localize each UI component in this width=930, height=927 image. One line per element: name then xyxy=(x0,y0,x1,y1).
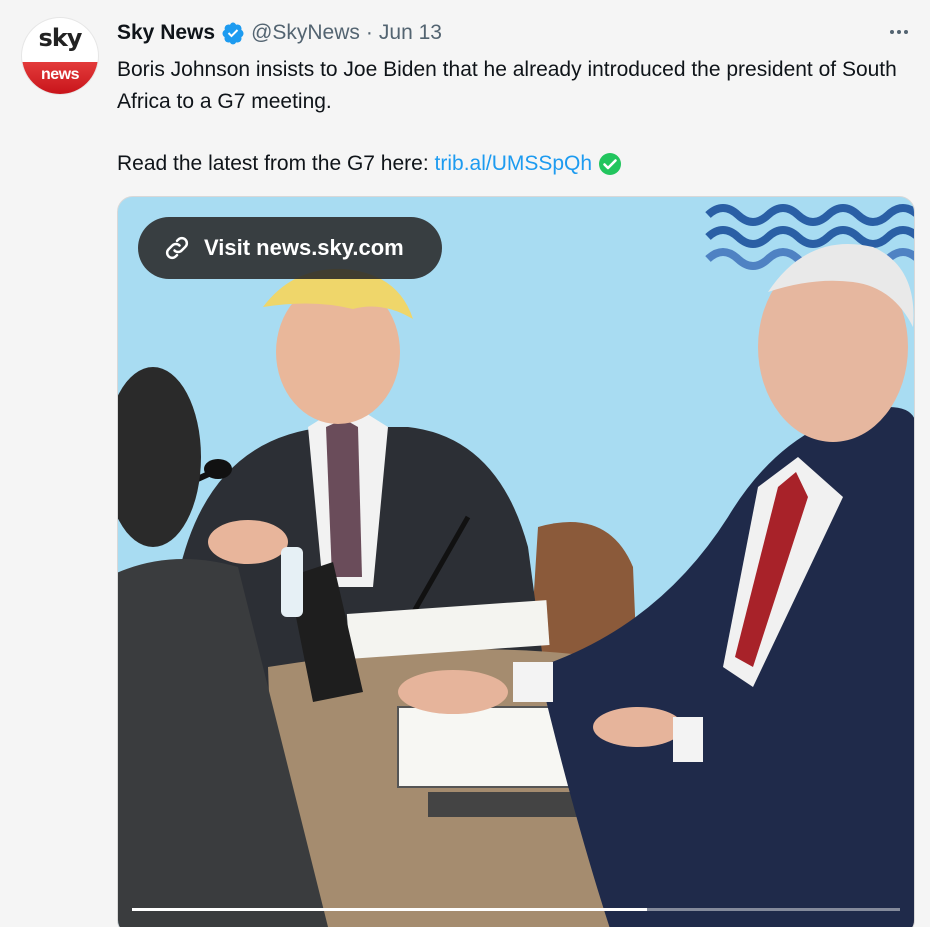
visit-site-button[interactable]: Visit news.sky.com xyxy=(138,217,442,279)
video-frame xyxy=(118,197,914,927)
tweet-link[interactable]: trib.al/UMSSpQh xyxy=(435,148,593,180)
visit-site-label: Visit news.sky.com xyxy=(204,235,404,260)
separator-dot: · xyxy=(365,21,373,44)
video-progress-fill xyxy=(132,908,647,911)
tweet-text-line1: Boris Johnson insists to Joe Biden that … xyxy=(117,58,897,113)
display-name[interactable]: Sky News xyxy=(117,21,215,45)
tweet-card[interactable]: sky news Sky News @SkyNews · Jun 13 Bori… xyxy=(0,0,930,927)
video-progress-bar[interactable] xyxy=(132,908,900,911)
tweet-text-line2: Read the latest from the G7 here: trib.a… xyxy=(117,148,907,180)
avatar-logo-bottom: news xyxy=(40,66,80,83)
more-options-icon[interactable] xyxy=(884,20,914,44)
sky-news-avatar[interactable]: sky news xyxy=(22,18,98,94)
avatar-logo-bottom-band: news xyxy=(22,62,98,94)
link-icon xyxy=(165,236,189,260)
tweet-text-prefix: Read the latest from the G7 here: xyxy=(117,152,435,175)
handle[interactable]: @SkyNews xyxy=(251,21,360,45)
tweet-date[interactable]: Jun 13 xyxy=(379,21,442,45)
video-player[interactable]: Visit news.sky.com xyxy=(117,196,915,927)
tweet-header: Sky News @SkyNews · Jun 13 xyxy=(117,18,442,48)
avatar-logo-top: sky xyxy=(38,24,83,52)
verified-badge-icon xyxy=(222,22,244,45)
tweet-text: Boris Johnson insists to Joe Biden that … xyxy=(117,54,907,180)
check-mark-emoji-icon xyxy=(599,153,622,175)
